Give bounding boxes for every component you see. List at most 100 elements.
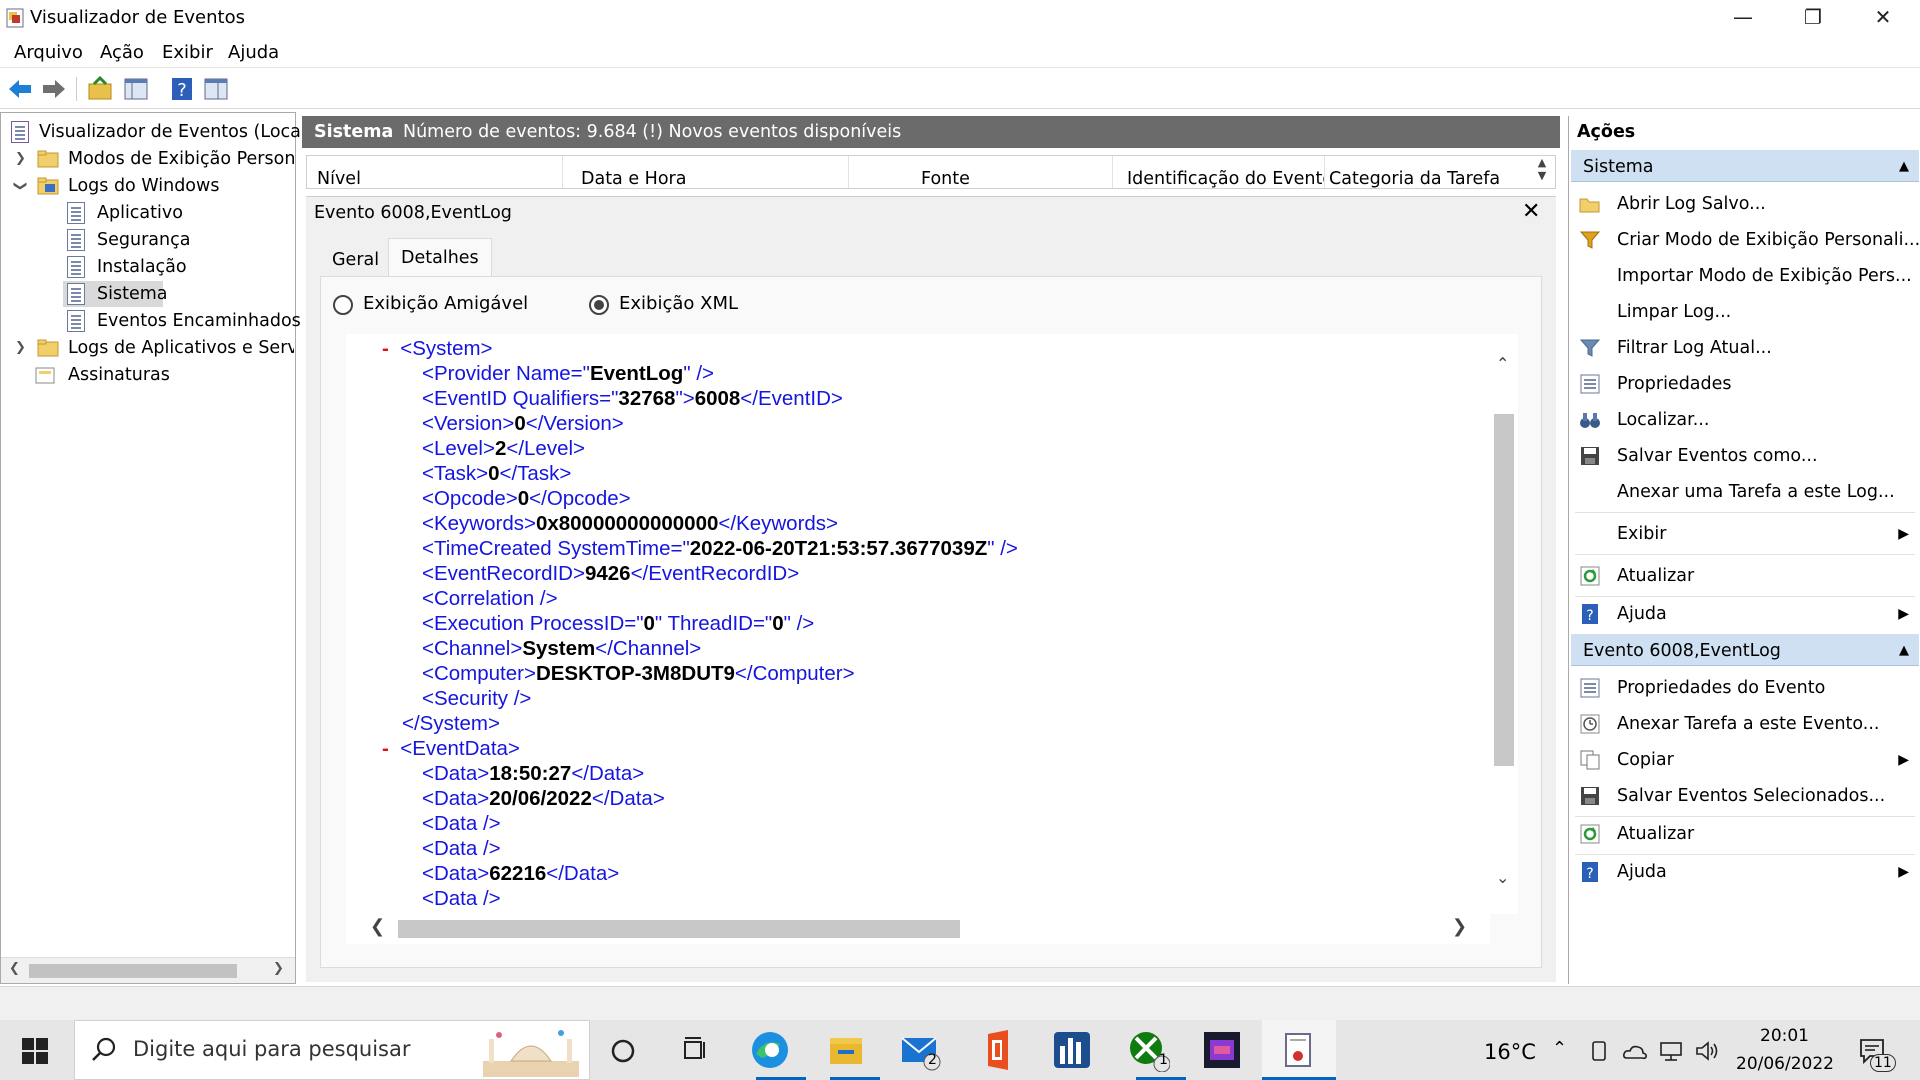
folder-up-icon[interactable] bbox=[86, 75, 114, 103]
scroll-right-icon[interactable]: ❯ bbox=[273, 961, 284, 976]
clock-time[interactable]: 20:01 bbox=[1760, 1026, 1809, 1046]
scroll-left-icon[interactable]: ❮ bbox=[9, 961, 20, 976]
action-limpar-log[interactable]: Limpar Log... bbox=[1569, 294, 1920, 330]
chevron-right-icon[interactable]: ❯ bbox=[15, 335, 26, 361]
xml-line: <Data /> bbox=[422, 812, 501, 835]
stats-app-icon[interactable] bbox=[1050, 1028, 1094, 1072]
action-ajuda-2[interactable]: ? Ajuda ▶ bbox=[1569, 854, 1920, 890]
tree-horizontal-scrollbar[interactable]: ❮ ❯ bbox=[1, 957, 295, 983]
radio-xml-view[interactable] bbox=[589, 295, 609, 315]
taskbar-search-box[interactable]: Digite aqui para pesquisar bbox=[74, 1020, 590, 1080]
task-view-icon[interactable] bbox=[682, 1036, 710, 1064]
scroll-left-icon[interactable]: ❮ bbox=[370, 916, 385, 937]
office-icon[interactable] bbox=[976, 1028, 1020, 1072]
onedrive-cloud-icon[interactable] bbox=[1622, 1042, 1648, 1062]
collapse-minus-icon[interactable]: - bbox=[382, 737, 389, 760]
clock-date[interactable]: 20/06/2022 bbox=[1736, 1054, 1834, 1074]
action-propriedades[interactable]: Propriedades bbox=[1569, 366, 1920, 402]
menu-acao[interactable]: Ação bbox=[100, 42, 144, 63]
xml-line: - <EventData> bbox=[382, 737, 520, 760]
action-salvar-eventos-selecionados[interactable]: Salvar Eventos Selecionados... bbox=[1569, 778, 1920, 814]
radio-friendly-view[interactable] bbox=[333, 295, 353, 315]
scroll-thumb[interactable] bbox=[398, 920, 960, 938]
tab-detalhes[interactable]: Detalhes bbox=[388, 238, 492, 277]
minimize-button[interactable]: — bbox=[1708, 0, 1778, 36]
log-name: Sistema bbox=[314, 122, 394, 142]
action-salvar-eventos-como[interactable]: Salvar Eventos como... bbox=[1569, 438, 1920, 474]
media-app-icon[interactable] bbox=[1200, 1028, 1244, 1072]
chevron-down-icon[interactable]: ❯ bbox=[6, 181, 32, 192]
back-arrow-icon[interactable] bbox=[6, 75, 34, 103]
collapse-minus-icon[interactable]: - bbox=[382, 337, 389, 360]
temperature[interactable]: 16°C bbox=[1484, 1040, 1536, 1064]
action-copiar[interactable]: Copiar ▶ bbox=[1569, 742, 1920, 778]
tree-item-sistema[interactable]: Sistema bbox=[63, 281, 168, 307]
event-preview-header: Evento 6008,EventLog ✕ bbox=[306, 196, 1556, 232]
action-anexar-tarefa-log[interactable]: Anexar uma Tarefa a este Log... bbox=[1569, 474, 1920, 510]
tree-item-custom-views[interactable]: ❯ Modos de Exibição Personaliz bbox=[9, 146, 294, 172]
radio-xml-label: Exibição XML bbox=[619, 293, 739, 314]
xml-horizontal-scrollbar[interactable]: ❮ ❯ bbox=[346, 914, 1490, 944]
close-button[interactable]: ✕ bbox=[1848, 0, 1918, 36]
network-icon[interactable] bbox=[1658, 1040, 1684, 1062]
action-localizar[interactable]: Localizar... bbox=[1569, 402, 1920, 438]
collapse-up-icon[interactable]: ▲ bbox=[1899, 150, 1909, 184]
scroll-up-icon[interactable]: ⌃ bbox=[1496, 354, 1509, 373]
action-atualizar-2[interactable]: Atualizar bbox=[1569, 816, 1920, 852]
action-propriedades-evento[interactable]: Propriedades do Evento bbox=[1569, 670, 1920, 706]
file-explorer-icon[interactable] bbox=[824, 1028, 868, 1072]
tree-item-app-services-logs[interactable]: ❯ Logs de Aplicativos e Serviços bbox=[9, 335, 294, 361]
section-sistema[interactable]: Sistema ▲ bbox=[1571, 150, 1919, 182]
actions-pane: Ações Sistema ▲ Abrir Log Salvo... Criar … bbox=[1568, 116, 1920, 984]
search-icon bbox=[92, 1037, 116, 1061]
list-scroll-arrows[interactable]: ▲ ▼ bbox=[1529, 156, 1555, 188]
menu-ajuda[interactable]: Ajuda bbox=[228, 42, 279, 63]
action-ajuda[interactable]: ? Ajuda ▶ bbox=[1569, 596, 1920, 632]
menu-exibir[interactable]: Exibir bbox=[162, 42, 213, 63]
chevron-right-icon[interactable]: ❯ bbox=[15, 146, 26, 172]
scroll-thumb[interactable] bbox=[1494, 414, 1514, 766]
tree-item-label: Eventos Encaminhados bbox=[97, 311, 301, 331]
menu-arquivo[interactable]: Arquivo bbox=[14, 42, 83, 63]
event-viewer-taskbar-icon[interactable] bbox=[1276, 1028, 1320, 1072]
column-id-evento[interactable]: Identificação do Evento bbox=[1117, 156, 1325, 188]
xml-line: <Channel>System</Channel> bbox=[422, 637, 702, 660]
xml-vertical-scrollbar[interactable]: ⌃ ⌄ bbox=[1490, 334, 1518, 914]
scroll-thumb[interactable] bbox=[29, 964, 237, 978]
column-data-hora[interactable]: Data e Hora bbox=[571, 156, 849, 188]
radio-friendly-label: Exibição Amigável bbox=[363, 293, 529, 314]
column-categoria[interactable]: Categoria da Tarefa bbox=[1319, 156, 1529, 188]
help-icon[interactable]: ? bbox=[168, 75, 196, 103]
chevron-up-icon[interactable]: ⌃ bbox=[1552, 1038, 1567, 1059]
restore-button[interactable]: ❐ bbox=[1778, 0, 1848, 36]
tab-geral[interactable]: Geral bbox=[320, 238, 391, 276]
event-list-header: Nível Data e Hora Fonte Identificação do… bbox=[306, 155, 1556, 189]
section-evento[interactable]: Evento 6008,EventLog ▲ bbox=[1571, 634, 1919, 666]
action-exibir[interactable]: Exibir ▶ bbox=[1569, 516, 1920, 552]
cortana-icon[interactable] bbox=[610, 1038, 636, 1064]
action-abrir-log-salvo[interactable]: Abrir Log Salvo... bbox=[1569, 186, 1920, 222]
console-tree: Visualizador de Eventos (Local) ❯ Modos … bbox=[0, 112, 313, 984]
svg-text:?: ? bbox=[1586, 608, 1593, 624]
xbox-badge: 1 bbox=[1159, 1052, 1168, 1068]
column-nivel[interactable]: Nível bbox=[307, 156, 563, 188]
device-icon[interactable] bbox=[1588, 1040, 1610, 1062]
action-atualizar[interactable]: Atualizar bbox=[1569, 558, 1920, 594]
collapse-up-icon[interactable]: ▲ bbox=[1899, 634, 1909, 668]
log-icon bbox=[67, 310, 85, 332]
volume-icon[interactable] bbox=[1694, 1040, 1720, 1062]
xml-view: - <System> <Provider Name="EventLog" /> … bbox=[346, 334, 1490, 914]
show-hide-action-pane-icon[interactable] bbox=[202, 75, 230, 103]
scroll-down-icon[interactable]: ⌄ bbox=[1496, 868, 1509, 887]
action-importar-modo[interactable]: Importar Modo de Exibição Pers... bbox=[1569, 258, 1920, 294]
action-filtrar-log[interactable]: Filtrar Log Atual... bbox=[1569, 330, 1920, 366]
windows-start-icon[interactable] bbox=[22, 1038, 48, 1064]
show-hide-tree-icon[interactable] bbox=[122, 75, 150, 103]
action-criar-modo[interactable]: Criar Modo de Exibição Personali... bbox=[1569, 222, 1920, 258]
scroll-right-icon[interactable]: ❯ bbox=[1452, 916, 1467, 937]
close-preview-icon[interactable]: ✕ bbox=[1522, 199, 1540, 224]
edge-browser-icon[interactable] bbox=[748, 1028, 792, 1072]
action-anexar-tarefa-evento[interactable]: Anexar Tarefa a este Evento... bbox=[1569, 706, 1920, 742]
column-fonte[interactable]: Fonte bbox=[911, 156, 1113, 188]
forward-arrow-icon[interactable] bbox=[40, 75, 68, 103]
